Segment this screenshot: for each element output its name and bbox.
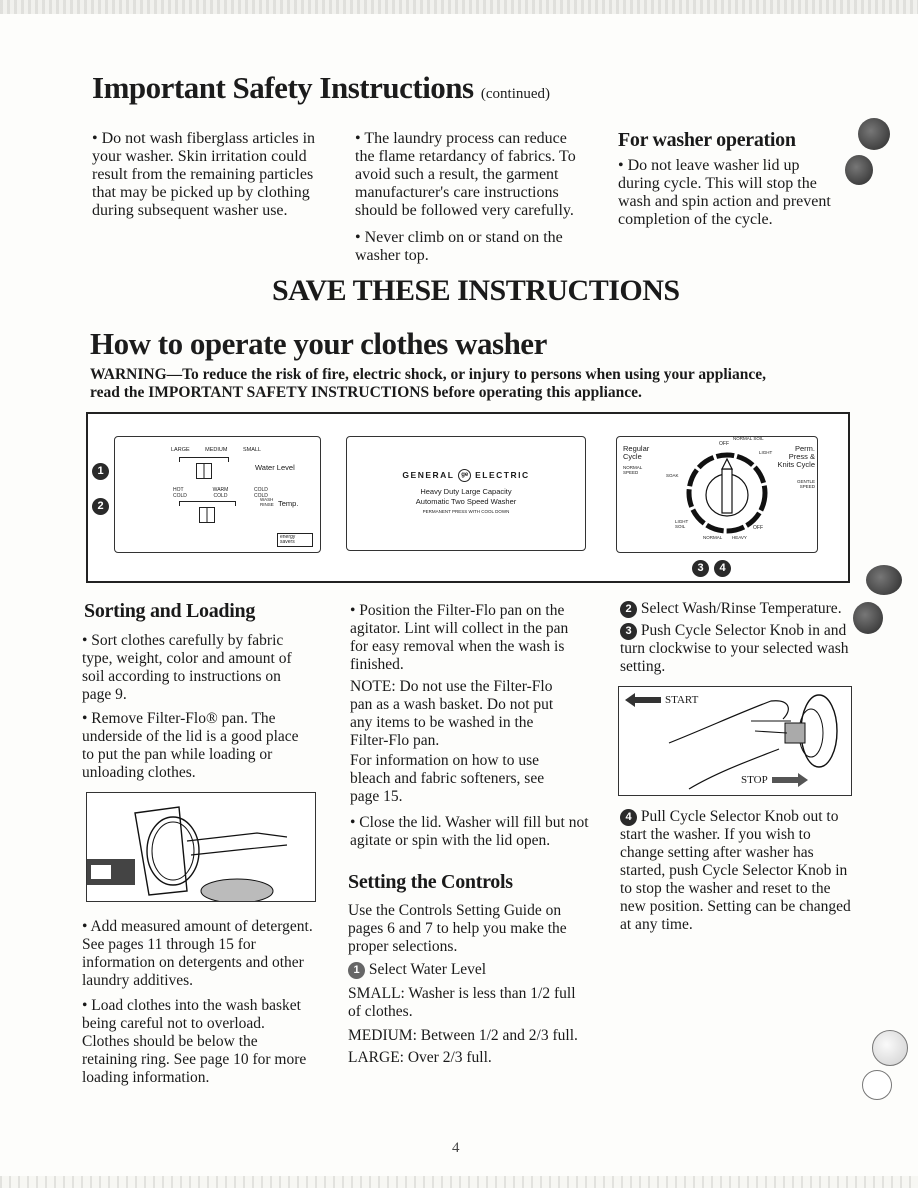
temp-options: HOT COLD WARM COLD COLD COLD: [173, 487, 268, 499]
brand-name: GENERAL ge ELECTRIC: [347, 469, 585, 482]
edge-tab-marker: [862, 1070, 892, 1100]
dial-normal-soil: NORMAL SOIL: [733, 436, 764, 441]
cycle-selector-knob-icon: [686, 452, 768, 534]
rinse-sublabel: RINSE: [260, 502, 274, 507]
temp-switch: [199, 507, 215, 523]
step-1-text: Select Water Level: [368, 961, 487, 978]
brand-right: ELECTRIC: [475, 469, 530, 480]
safety-climb: • Never climb on or stand on the washer …: [355, 229, 563, 264]
brand-section: GENERAL ge ELECTRIC Heavy Duty Large Cap…: [346, 436, 586, 551]
safety-title-suffix: (continued): [480, 86, 551, 102]
safety-flame: • The laundry process can reduce the fla…: [355, 130, 576, 219]
filter-flo-illustration: [86, 792, 316, 904]
safety-title: Important Safety Instructions (continued…: [92, 70, 550, 106]
callout-3-icon: 3: [692, 560, 709, 577]
scan-edge-top: [0, 0, 918, 14]
brand-line-1: Heavy Duty Large Capacity: [420, 487, 512, 496]
step-4: 4 Pull Cycle Selector Knob out to start …: [620, 808, 852, 934]
sorting-sort-clothes: • Sort clothes carefully by fabric type,…: [82, 632, 292, 703]
step-2-icon: 2: [620, 600, 637, 618]
edge-tab-marker: [858, 118, 890, 150]
step-3-text: Push Cycle Selector Knob in and turn clo…: [620, 622, 849, 675]
arrow-left-icon: [625, 693, 661, 707]
save-instructions-banner: SAVE THESE INSTRUCTIONS: [272, 274, 680, 307]
edge-tab-marker: [845, 155, 873, 185]
setting-controls-heading: Setting the Controls: [348, 871, 513, 893]
water-level-option: LARGE: [171, 447, 190, 453]
water-temp-section: LARGE MEDIUM SMALL Water Level HOT COLD …: [114, 436, 321, 553]
water-level-bracket: [179, 457, 229, 462]
callout-4-icon: 4: [714, 560, 731, 577]
bleach-info: For information on how to use bleach and…: [350, 752, 545, 805]
water-level-switch: [196, 463, 212, 479]
brand-line-3: PERMANENT PRESS WITH COOL DOWN: [422, 509, 510, 514]
temp-option: HOT COLD: [173, 487, 187, 499]
page-number: 4: [452, 1140, 460, 1156]
temp-label: Temp.: [278, 499, 299, 508]
step-2: 2 Select Wash/Rinse Temperature.: [620, 600, 842, 618]
knob-start-stop-illustration: START STOP: [618, 686, 852, 796]
washer-operation-text: • Do not leave washer lid up during cycl…: [618, 157, 831, 228]
temp-bracket: [179, 501, 236, 506]
dial-soak: SOAK: [666, 473, 679, 478]
callout-2-icon: 2: [92, 498, 109, 515]
step-1-icon: 1: [348, 961, 365, 979]
step-1: 1 Select Water Level: [348, 961, 486, 979]
water-level-option: SMALL: [242, 447, 261, 453]
regular-cycle-label: Regular Cycle: [623, 444, 650, 461]
scan-edge-bottom: [0, 1176, 918, 1188]
sorting-load-clothes: • Load clothes into the wash basket bein…: [82, 997, 307, 1086]
safety-title-text: Important Safety Instructions: [92, 70, 474, 105]
step-3-icon: 3: [620, 622, 637, 640]
step-3: 3 Push Cycle Selector Knob in and turn c…: [620, 622, 852, 676]
energy-saver-badge: energy savers: [277, 533, 313, 547]
brand-line-2: Automatic Two Speed Washer: [415, 497, 517, 506]
edge-tab-marker: [866, 565, 902, 595]
cycle-dial-section: Regular Cycle NORMAL SPEED Perm. Press &…: [616, 436, 818, 553]
close-lid: • Close the lid. Washer will fill but no…: [350, 814, 589, 849]
filter-pan-removal-icon: [87, 806, 288, 904]
temp-option: WARM COLD: [212, 487, 229, 499]
safety-fiberglass: • Do not wash fiberglass articles in you…: [92, 130, 316, 219]
water-level-medium: MEDIUM: Between 1/2 and 2/3 full.: [348, 1027, 578, 1044]
step-4-icon: 4: [620, 808, 637, 826]
water-level-small: SMALL: Washer is less than 1/2 full of c…: [348, 985, 576, 1020]
control-panel-illustration: LARGE MEDIUM SMALL Water Level HOT COLD …: [86, 412, 850, 583]
water-level-label: Water Level: [255, 463, 295, 472]
step-4-text: Pull Cycle Selector Knob out to start th…: [620, 808, 851, 933]
operate-warning: WARNING—To reduce the risk of fire, elec…: [90, 366, 766, 401]
water-level-options: LARGE MEDIUM SMALL: [171, 447, 261, 453]
water-level-large: LARGE: Over 2/3 full.: [348, 1049, 492, 1066]
sorting-heading: Sorting and Loading: [84, 600, 256, 622]
regular-speed-label: NORMAL SPEED: [623, 465, 643, 475]
brand-left: GENERAL: [402, 469, 455, 480]
filter-flo-note: NOTE: Do not use the Filter-Flo pan as a…: [350, 678, 554, 749]
controls-intro: Use the Controls Setting Guide on pages …: [348, 902, 567, 955]
hand-on-knob-icon: [668, 694, 838, 790]
sorting-add-detergent: • Add measured amount of detergent. See …: [82, 918, 313, 989]
water-level-option: MEDIUM: [205, 447, 228, 453]
callout-1-icon: 1: [92, 463, 109, 480]
sorting-remove-pan: • Remove Filter-Flo® pan. The underside …: [82, 710, 299, 781]
ge-logo-icon: ge: [458, 469, 472, 482]
operate-title: How to operate your clothes washer: [90, 326, 547, 361]
washer-operation-heading: For washer operation: [618, 129, 796, 151]
perm-speed-label: GENTLE SPEED: [796, 479, 815, 489]
edge-tab-marker: [872, 1030, 908, 1066]
temp-sublabels: WASH RINSE: [260, 497, 274, 507]
edge-tab-marker: [853, 602, 883, 634]
perm-press-label: Perm. Press & Knits Cycle: [777, 444, 815, 469]
step-2-text: Select Wash/Rinse Temperature.: [640, 600, 842, 617]
position-filter-pan: • Position the Filter-Flo pan on the agi…: [350, 602, 569, 673]
